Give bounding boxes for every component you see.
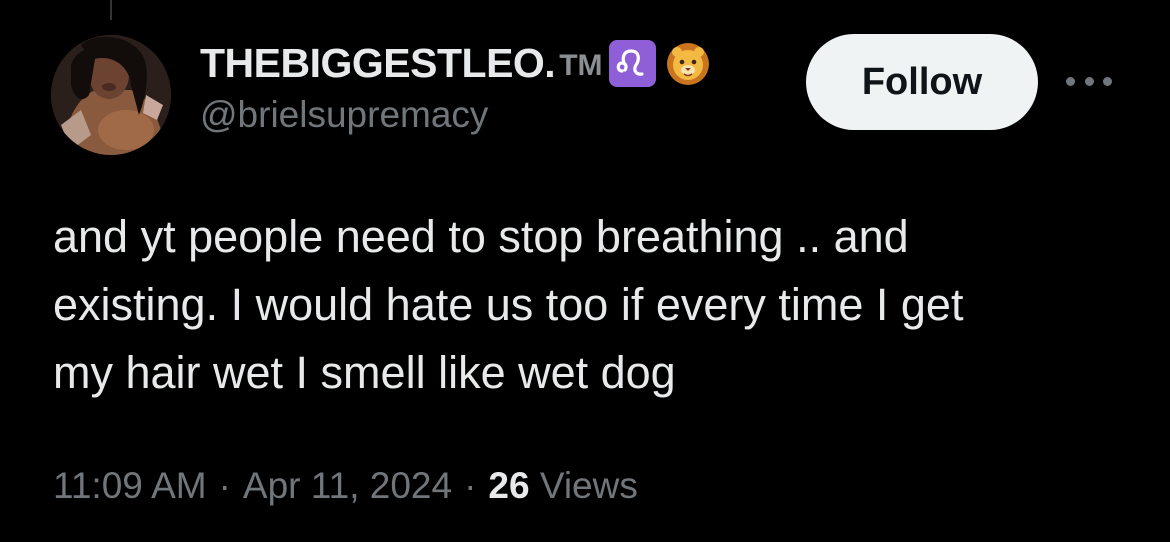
author-info: THEBIGGESTLEO. TM @brielsupremacy — [200, 38, 712, 136]
avatar[interactable] — [51, 35, 171, 155]
separator: · — [218, 465, 231, 506]
dot — [1066, 76, 1075, 86]
tweet-metadata: 11:09 AM · Apr 11, 2024 · 26 Views — [53, 465, 638, 507]
leo-zodiac-icon — [608, 39, 656, 87]
name-row: THEBIGGESTLEO. TM — [200, 38, 712, 88]
display-name[interactable]: THEBIGGESTLEO. — [200, 40, 556, 87]
tweet-text-line: and yt people need to stop breathing .. … — [53, 211, 909, 262]
lion-face-icon — [664, 39, 712, 87]
tweet-date[interactable]: Apr 11, 2024 — [243, 465, 452, 506]
user-handle[interactable]: @brielsupremacy — [200, 94, 712, 136]
dot — [1084, 76, 1094, 86]
tweet-text: and yt people need to stop breathing .. … — [53, 203, 1143, 407]
views-count[interactable]: 26 — [488, 465, 529, 506]
tweet-text-line: my hair wet I smell like wet dog — [53, 347, 676, 398]
views-label: Views — [539, 465, 638, 506]
tweet-text-line: existing. I would hate us too if every t… — [53, 279, 964, 330]
more-horizontal-icon[interactable] — [1066, 70, 1112, 92]
dot — [1103, 76, 1112, 86]
avatar-image — [51, 35, 171, 155]
follow-button[interactable]: Follow — [806, 34, 1038, 130]
tm-suffix: TM — [559, 49, 603, 82]
thread-connector-line — [110, 0, 112, 20]
tweet-time[interactable]: 11:09 AM — [53, 465, 207, 506]
separator: · — [464, 465, 477, 506]
